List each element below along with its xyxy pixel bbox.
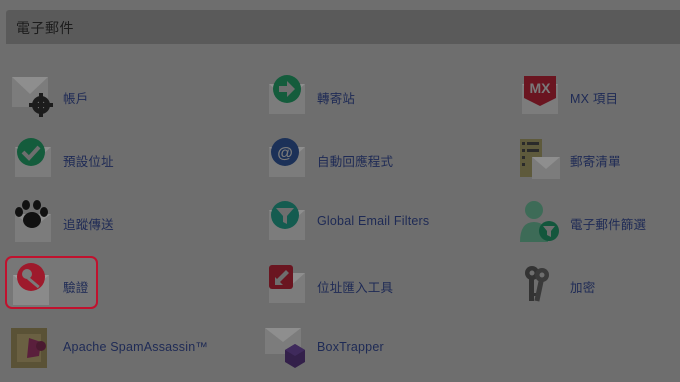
mx-entry-icon: MX [518, 74, 562, 118]
item-label: 郵寄清單 [570, 155, 621, 169]
item-label: 追蹤傳送 [63, 218, 114, 232]
spamassassin-icon [11, 326, 55, 370]
forwarders-icon [265, 74, 309, 118]
item-label: Apache SpamAssassin™ [63, 340, 209, 354]
encryption-icon [518, 263, 562, 307]
section-title: 電子郵件 [16, 20, 74, 36]
item-label: 自動回應程式 [317, 155, 394, 169]
email-filters-icon [518, 200, 562, 244]
item-label: BoxTrapper [317, 340, 384, 354]
item-label: 轉寄站 [317, 92, 356, 106]
item-label: 電子郵件篩選 [570, 218, 647, 232]
item-label: 位址匯入工具 [317, 281, 394, 295]
authentication-icon [11, 263, 55, 307]
account-settings-icon [11, 74, 55, 118]
item-label: 帳戶 [63, 92, 89, 106]
item-label: 預設位址 [63, 155, 114, 169]
item-label: 驗證 [63, 281, 89, 295]
track-delivery-icon [11, 200, 55, 244]
global-filters-icon [265, 200, 309, 244]
autoresponders-icon: @ [265, 137, 309, 181]
svg-text:MX: MX [530, 80, 552, 96]
item-label: Global Email Filters [317, 214, 430, 228]
boxtrapper-icon [265, 326, 309, 370]
item-label: 加密 [570, 281, 596, 295]
item-label: MX 項目 [570, 92, 619, 106]
svg-text:@: @ [277, 145, 293, 162]
default-address-icon [11, 137, 55, 181]
mailing-lists-icon [518, 137, 562, 181]
section-header: 電子郵件 [6, 10, 680, 44]
address-importer-icon [265, 263, 309, 307]
